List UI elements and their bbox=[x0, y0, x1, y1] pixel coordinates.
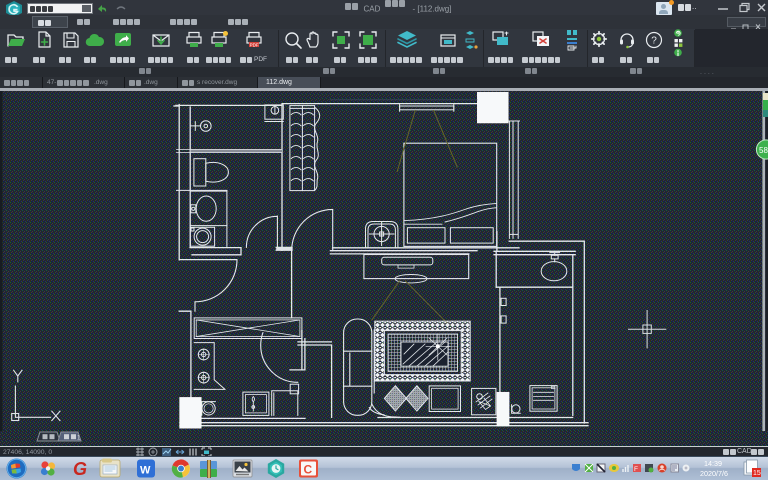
svg-text:C: C bbox=[304, 463, 313, 477]
svg-text:58: 58 bbox=[759, 146, 768, 155]
svg-text:14:39: 14:39 bbox=[704, 459, 722, 468]
svg-text:?: ? bbox=[651, 36, 657, 47]
svg-text:G: G bbox=[73, 459, 87, 479]
svg-text:2020/7/6: 2020/7/6 bbox=[700, 469, 728, 478]
svg-text:PDF: PDF bbox=[250, 42, 259, 47]
svg-text:F: F bbox=[634, 466, 638, 473]
svg-text:W: W bbox=[140, 465, 151, 477]
svg-text:15: 15 bbox=[753, 470, 761, 477]
